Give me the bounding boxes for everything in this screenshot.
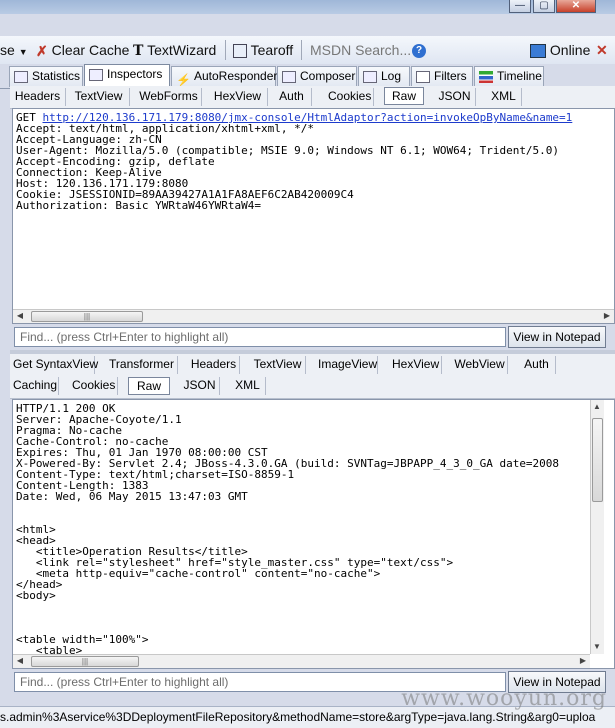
window-close-button[interactable]: ✕ [556, 0, 596, 13]
scroll-up-icon[interactable]: ▲ [590, 400, 604, 414]
minimize-button[interactable]: — [509, 0, 531, 13]
tab-composer[interactable]: Composer [277, 66, 357, 87]
textwizard-label: TextWizard [147, 42, 217, 58]
toolbar-divider [301, 40, 302, 60]
tab-log[interactable]: Log [358, 66, 410, 87]
request-tab-xml[interactable]: XML [486, 88, 522, 106]
response-tab-xml[interactable]: XML [230, 377, 266, 395]
scroll-left-icon[interactable]: ◀ [13, 309, 27, 323]
scroll-down-icon[interactable]: ▼ [590, 640, 604, 654]
status-text: s.admin%3Aservice%3DDeploymentFileReposi… [0, 710, 596, 724]
inspectors-icon [89, 68, 103, 81]
response-tab-syntaxview[interactable]: Get SyntaxView [11, 356, 98, 374]
request-tab-cookies[interactable]: Cookies [326, 88, 374, 106]
response-raw-view[interactable]: HTTP/1.1 200 OK Server: Apache-Coyote/1.… [12, 399, 615, 669]
composer-icon [282, 70, 296, 83]
response-tab-caching[interactable]: Caching [11, 377, 59, 395]
browse-button[interactable]: se ▼ [0, 41, 28, 59]
checkbox-icon [416, 70, 430, 83]
help-icon[interactable]: ? [412, 41, 426, 59]
scrollbar-thumb[interactable]: ||| [31, 311, 143, 322]
log-icon [363, 70, 377, 83]
scrollbar-thumb[interactable]: ||| [31, 656, 139, 667]
online-button[interactable]: Online [530, 41, 590, 59]
tab-autoresponder[interactable]: ⚡ AutoResponder [171, 66, 277, 87]
tearoff-icon [233, 44, 247, 59]
response-tab-auth[interactable]: Auth [518, 356, 556, 374]
response-tab-webview[interactable]: WebView [452, 356, 508, 374]
textwizard-icon: T [133, 43, 144, 60]
browse-label: se [0, 42, 15, 58]
request-raw-view[interactable]: GET http://120.136.171.179:8080/jmx-cons… [12, 108, 615, 324]
response-body-text: HTTP/1.1 200 OK Server: Apache-Coyote/1.… [16, 402, 560, 657]
chevron-down-icon: ▼ [18, 47, 28, 57]
clear-cache-icon: ✗ [36, 43, 48, 60]
lightning-icon: ⚡ [176, 72, 191, 87]
response-tab-json[interactable]: JSON [180, 377, 220, 395]
request-tab-json[interactable]: JSON [434, 88, 476, 106]
msdn-search-input[interactable]: MSDN Search... [310, 41, 411, 59]
request-find-input[interactable]: Find... (press Ctrl+Enter to highlight a… [14, 327, 506, 347]
tab-statistics[interactable]: Statistics [9, 66, 83, 87]
response-tab-transformer[interactable]: Transformer [106, 356, 178, 374]
response-tab-imageview[interactable]: ImageView [316, 356, 378, 374]
request-tab-textview[interactable]: TextView [68, 88, 130, 106]
response-horizontal-scrollbar[interactable]: ◀ ||| ▶ [13, 654, 590, 668]
request-tab-auth[interactable]: Auth [272, 88, 312, 106]
request-horizontal-scrollbar[interactable]: ◀ ||| ▶ [13, 309, 614, 323]
clear-cache-label: Clear Cache [51, 42, 130, 58]
response-tab-headers[interactable]: Headers [188, 356, 240, 374]
online-close-button[interactable]: ✕ [596, 41, 608, 59]
response-vertical-scrollbar[interactable]: ▲ ▼ [590, 400, 604, 654]
request-tab-webforms[interactable]: WebForms [136, 88, 202, 106]
request-tab-hexview[interactable]: HexView [208, 88, 268, 106]
response-tab-textview[interactable]: TextView [250, 356, 306, 374]
clear-cache-button[interactable]: ✗ Clear Cache [36, 41, 129, 59]
network-icon [530, 44, 546, 59]
response-tab-raw[interactable]: Raw [128, 377, 170, 395]
response-tab-hexview[interactable]: HexView [390, 356, 442, 374]
scroll-right-icon[interactable]: ▶ [576, 654, 590, 668]
statistics-icon [14, 70, 28, 83]
scroll-left-icon[interactable]: ◀ [13, 654, 27, 668]
maximize-button[interactable]: ▢ [533, 0, 555, 13]
response-tab-cookies[interactable]: Cookies [70, 377, 118, 395]
scroll-right-icon[interactable]: ▶ [600, 309, 614, 323]
request-headers-text: Accept: text/html, application/xhtml+xml… [16, 122, 560, 212]
tearoff-button[interactable]: Tearoff [233, 41, 293, 59]
tab-filters[interactable]: Filters [411, 66, 473, 87]
vertical-scrollbar-thumb[interactable] [592, 418, 603, 502]
online-label: Online [549, 42, 591, 58]
request-tab-raw[interactable]: Raw [384, 87, 424, 105]
watermark: www.wooyun.org [401, 686, 607, 711]
tearoff-label: Tearoff [250, 42, 294, 58]
request-tab-headers[interactable]: Headers [10, 88, 66, 106]
toolbar-divider [225, 40, 226, 60]
request-view-in-notepad-button[interactable]: View in Notepad [508, 326, 606, 348]
timeline-icon [479, 70, 493, 83]
textwizard-button[interactable]: T TextWizard [133, 41, 216, 59]
tab-timeline[interactable]: Timeline [474, 66, 544, 87]
